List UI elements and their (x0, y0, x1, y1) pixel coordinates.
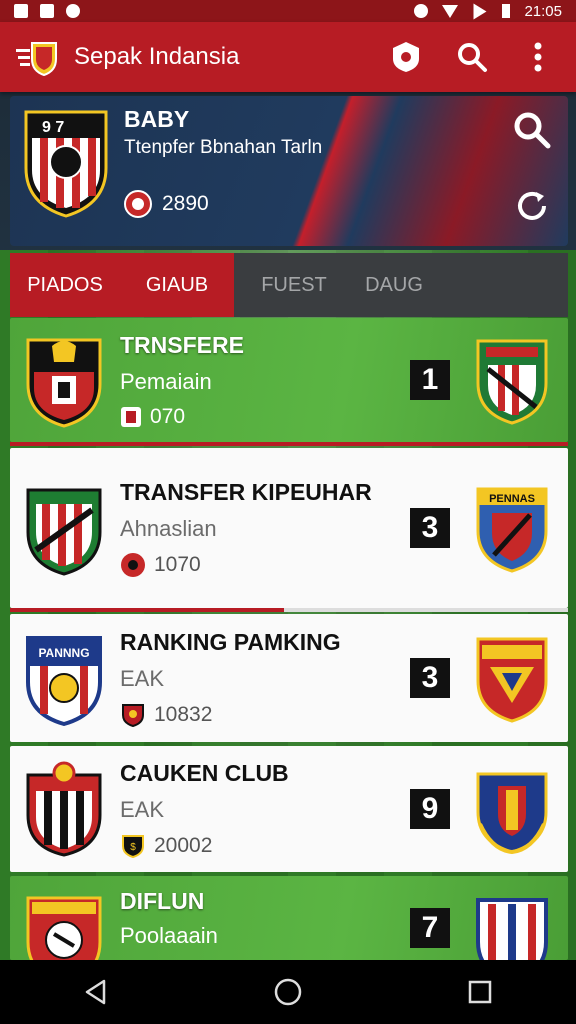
progress-divider-track (284, 608, 568, 612)
tab-fuest[interactable]: FUEST (234, 253, 354, 317)
opponent-crest-icon[interactable]: PENNAS (472, 483, 552, 573)
svg-text:9 7: 9 7 (42, 119, 64, 136)
search-icon[interactable] (512, 110, 552, 150)
back-button[interactable] (66, 962, 126, 1022)
card-subtitle: Ahnaslian (120, 515, 217, 541)
profile-points: 2890 (124, 190, 209, 218)
opponent-crest-icon[interactable] (472, 894, 552, 960)
list-item[interactable]: TRNSFERE Pemaiain 070 1 (10, 318, 568, 442)
card-subtitle: EAK (120, 796, 165, 822)
tab-label: PIADOS (27, 273, 103, 296)
notification-icon (40, 4, 54, 18)
notification-icon (14, 4, 28, 18)
square-badge-icon (121, 406, 141, 427)
club-crest-icon (26, 896, 102, 960)
vibrate-icon (414, 4, 429, 18)
home-button[interactable] (258, 962, 318, 1022)
card-points-value: 1070 (154, 552, 201, 576)
app-bar: Sepak Indansia (0, 22, 576, 92)
shield-badge-icon (393, 42, 419, 72)
club-crest-icon (26, 488, 102, 576)
card-points-value: 10832 (154, 702, 213, 726)
card-points: $ 20002 (120, 833, 410, 859)
back-icon (85, 979, 106, 1005)
signal-icon (473, 3, 487, 19)
svg-text:$: $ (130, 842, 136, 853)
card-points: 070 (120, 405, 410, 429)
card-points: 1070 (120, 552, 410, 578)
rank-badge: 3 (410, 508, 450, 548)
status-time: 21:05 (524, 2, 562, 20)
tab-label: GIAUB (145, 273, 209, 296)
list-item[interactable]: PANNNG RANKING PAMKING EAK 10832 3 (10, 614, 568, 742)
card-title: TRNSFERE (120, 331, 244, 358)
card-title: TRANSFER KIPEUHAR (120, 478, 372, 505)
tab-label: FUEST (261, 273, 327, 296)
rank-badge: 3 (410, 658, 450, 698)
search-icon (458, 43, 487, 72)
coin-icon (124, 190, 152, 218)
sync-icon[interactable] (514, 188, 550, 224)
card-points-value: 20002 (154, 833, 213, 857)
battery-icon (502, 4, 511, 18)
tab-daug[interactable]: DAUG (354, 253, 434, 317)
wifi-icon (442, 4, 459, 18)
card-points: 10832 (120, 702, 410, 728)
card-title: RANKING PAMKING (120, 628, 341, 655)
card-title: CAUKEN CLUB (120, 759, 289, 786)
home-icon (274, 978, 302, 1006)
status-bar: 21:05 (0, 0, 576, 22)
app-logo-icon[interactable] (16, 35, 60, 79)
profile-subtitle: Ttenpfer Bbnahan Tarln (124, 137, 323, 158)
club-crest-icon: PANNNG (26, 636, 102, 726)
notification-icon (66, 4, 80, 18)
system-nav-bar (0, 960, 576, 1024)
card-points-value: 070 (150, 404, 186, 428)
more-options-button[interactable] (516, 35, 560, 79)
opponent-crest-text: PENNAS (489, 493, 535, 505)
recents-button[interactable] (450, 962, 510, 1022)
profile-name: BABY (124, 106, 190, 132)
profile-points-value: 2890 (162, 192, 209, 215)
opponent-crest-icon[interactable] (472, 335, 552, 425)
divider (10, 442, 568, 446)
list-item[interactable]: TRANSFER KIPEUHAR Ahnaslian 1070 3 PENNA… (10, 448, 568, 608)
profile-banner: 9 7 BABY Ttenpfer Bbnahan Tarln 2890 (10, 96, 568, 246)
shield-small-icon (122, 703, 144, 727)
club-crest-icon (26, 761, 102, 857)
opponent-crest-icon[interactable] (472, 764, 552, 854)
card-subtitle: EAK (120, 665, 165, 691)
badge-button[interactable] (384, 35, 428, 79)
more-vert-icon (534, 42, 542, 72)
recents-icon (468, 980, 492, 1004)
opponent-crest-icon[interactable] (472, 633, 552, 723)
progress-divider (10, 608, 284, 612)
tab-bar: PIADOS GIAUB FUEST DAUG (10, 253, 568, 317)
tab-giaub[interactable]: GIAUB (120, 253, 234, 317)
crest-text: PANNNG (38, 646, 89, 660)
card-subtitle: Poolaaain (120, 923, 218, 948)
tab-label: DAUG (365, 273, 423, 296)
coin-icon (121, 552, 145, 577)
search-button[interactable] (450, 35, 494, 79)
shield-small-icon: $ (122, 834, 144, 858)
list-item[interactable]: DIFLUN Poolaaain 7 (10, 876, 568, 960)
rank-badge: 1 (410, 360, 450, 400)
card-title: DIFLUN (120, 888, 205, 914)
club-crest-icon (26, 338, 102, 428)
tab-piados[interactable]: PIADOS (10, 253, 120, 317)
card-subtitle: Pemaiain (120, 368, 212, 394)
app-title: Sepak Indansia (74, 43, 240, 70)
club-crest-icon: 9 7 (24, 110, 108, 218)
rank-badge: 9 (410, 789, 450, 829)
rank-badge: 7 (410, 908, 450, 948)
list-item[interactable]: CAUKEN CLUB EAK $ 20002 9 (10, 746, 568, 872)
